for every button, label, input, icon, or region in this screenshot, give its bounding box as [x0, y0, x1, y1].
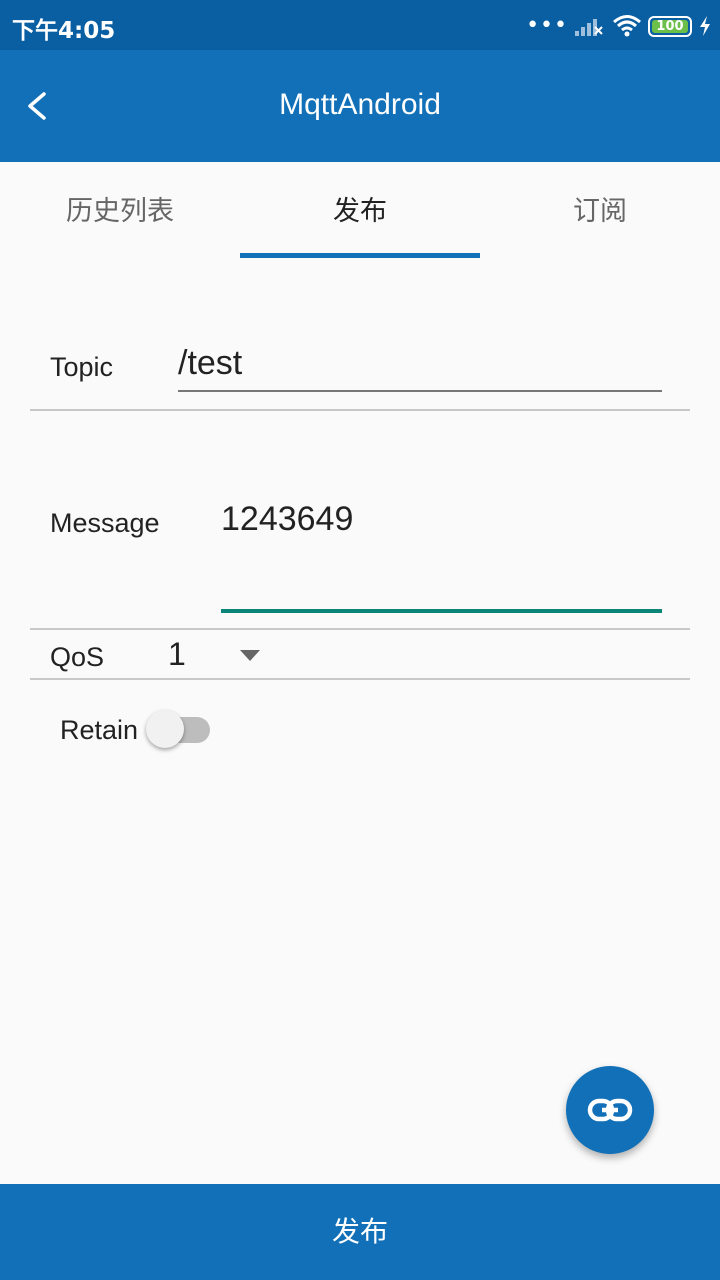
charging-icon	[700, 16, 710, 36]
tab-history[interactable]: 历史列表	[0, 162, 240, 258]
divider	[30, 628, 690, 630]
divider	[30, 678, 690, 680]
qos-select[interactable]: 1	[168, 636, 186, 673]
tab-publish[interactable]: 发布	[240, 162, 480, 258]
switch-thumb	[146, 710, 184, 748]
topic-label: Topic	[50, 352, 114, 382]
publish-button[interactable]: 发布	[0, 1184, 720, 1280]
app-bar: MqttAndroid	[0, 50, 720, 162]
battery-level: 100	[656, 18, 684, 34]
status-bar: 下午4:05 ••• 100	[0, 0, 720, 50]
tab-subscribe[interactable]: 订阅	[480, 162, 720, 258]
tab-bar: 历史列表 发布 订阅	[0, 162, 720, 258]
status-time: 下午4:05	[12, 18, 116, 44]
dots-icon: •••	[526, 13, 568, 38]
divider	[30, 409, 690, 411]
status-icons: ••• 100	[526, 12, 712, 40]
message-label: Message	[50, 508, 160, 538]
app-title: MqttAndroid	[279, 88, 441, 121]
retain-label: Retain	[60, 715, 139, 745]
dropdown-arrow-icon[interactable]	[240, 650, 260, 662]
connect-fab-button[interactable]	[566, 1066, 654, 1154]
signal-icon	[575, 19, 603, 36]
message-input[interactable]: 1243649	[221, 500, 662, 544]
tab-indicator	[240, 253, 480, 258]
wifi-icon	[613, 15, 641, 37]
link-icon	[587, 1098, 633, 1122]
message-underline	[221, 609, 662, 613]
qos-label: QoS	[50, 642, 105, 672]
topic-underline	[178, 390, 662, 392]
topic-input[interactable]: /test	[178, 344, 662, 388]
battery-icon: 100	[648, 15, 692, 37]
retain-switch[interactable]	[146, 708, 212, 752]
